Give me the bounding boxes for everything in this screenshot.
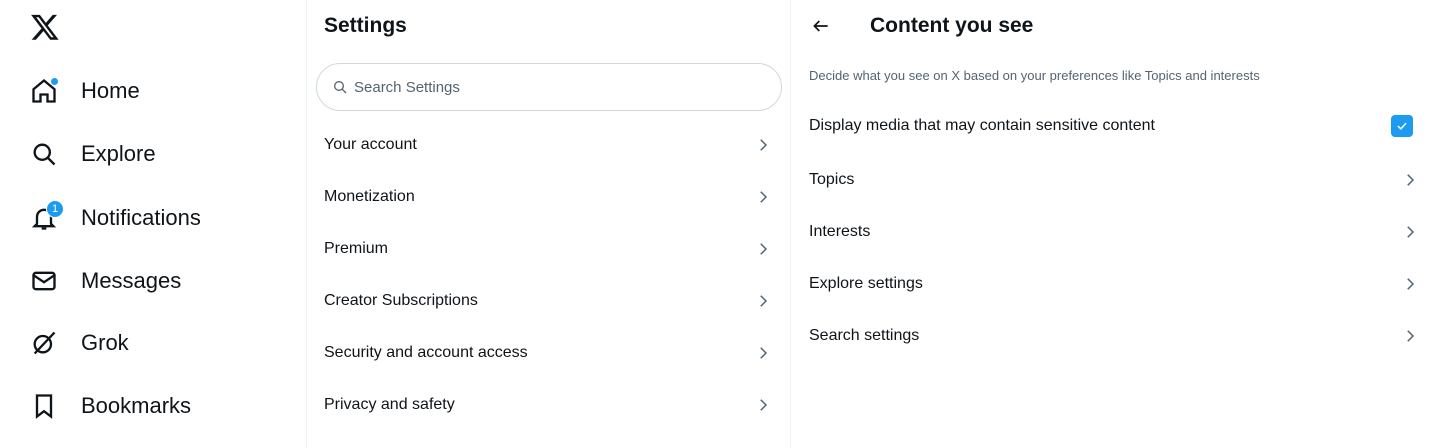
settings-item-label: Monetization xyxy=(324,188,415,205)
sensitive-media-label: Display media that may contain sensitive… xyxy=(809,117,1155,134)
settings-title: Settings xyxy=(324,14,407,37)
content-item-label: Interests xyxy=(809,223,871,240)
bookmark-icon xyxy=(28,390,60,422)
sensitive-media-row[interactable]: Display media that may contain sensitive… xyxy=(791,100,1431,152)
nav-item-label: Bookmarks xyxy=(81,393,192,418)
search-icon xyxy=(334,81,347,94)
sensitive-media-checkbox[interactable] xyxy=(1391,115,1413,137)
settings-item-label: Security and account access xyxy=(324,344,528,361)
content-item-label: Topics xyxy=(809,171,855,188)
chevron-right-icon xyxy=(1401,327,1419,345)
content-panel: Content you see Decide what you see on X… xyxy=(791,0,1456,448)
settings-column: Settings Your account Monetization Premi… xyxy=(307,0,790,448)
x-logo-icon[interactable] xyxy=(30,12,62,44)
search-input[interactable] xyxy=(354,78,754,96)
settings-item-label: Your account xyxy=(324,136,417,153)
nav-item-grok[interactable]: Grok xyxy=(28,320,141,366)
search-box[interactable] xyxy=(316,63,782,111)
chevron-right-icon xyxy=(754,240,772,258)
nav-item-label: Notifications xyxy=(81,205,201,230)
nav-item-home[interactable]: Home xyxy=(28,68,152,114)
nav-item-label: Messages xyxy=(81,268,182,293)
settings-item-label: Premium xyxy=(324,240,389,257)
content-item-search-settings[interactable]: Search settings xyxy=(791,310,1431,362)
checkmark-icon xyxy=(1397,122,1407,130)
nav-item-notifications[interactable]: 1 Notifications xyxy=(28,195,213,241)
settings-item-premium[interactable]: Premium xyxy=(307,223,790,275)
nav-item-messages[interactable]: Messages xyxy=(28,258,193,304)
chevron-right-icon xyxy=(754,396,772,414)
nav-item-explore[interactable]: Explore xyxy=(28,131,168,177)
chevron-right-icon xyxy=(1401,275,1419,293)
content-item-explore-settings[interactable]: Explore settings xyxy=(791,258,1431,310)
grok-icon xyxy=(28,327,60,359)
chevron-right-icon xyxy=(1401,171,1419,189)
primary-nav: Home Explore 1 Notifications Messages Gr… xyxy=(0,0,306,448)
settings-item-creator-subscriptions[interactable]: Creator Subscriptions xyxy=(307,275,790,327)
content-item-label: Search settings xyxy=(809,327,920,344)
settings-item-your-account[interactable]: Your account xyxy=(307,119,790,171)
back-button[interactable] xyxy=(807,12,835,40)
nav-item-bookmarks[interactable]: Bookmarks xyxy=(28,383,203,429)
mail-icon xyxy=(28,265,60,297)
chevron-right-icon xyxy=(1401,223,1419,241)
content-item-topics[interactable]: Topics xyxy=(791,154,1431,206)
settings-item-label: Privacy and safety xyxy=(324,396,455,413)
nav-item-label: Home xyxy=(81,78,140,103)
search-icon xyxy=(28,138,60,170)
content-item-label: Explore settings xyxy=(809,275,923,292)
chevron-right-icon xyxy=(754,136,772,154)
settings-item-privacy[interactable]: Privacy and safety xyxy=(307,379,790,431)
page-title: Content you see xyxy=(870,14,1034,37)
nav-item-label: Grok xyxy=(81,330,129,355)
page-description: Decide what you see on X based on your p… xyxy=(809,68,1260,83)
notification-dot xyxy=(50,77,59,86)
chevron-right-icon xyxy=(754,188,772,206)
chevron-right-icon xyxy=(754,292,772,310)
app-window: Home Explore 1 Notifications Messages Gr… xyxy=(0,0,1456,448)
settings-item-monetization[interactable]: Monetization xyxy=(307,171,790,223)
arrow-left-icon xyxy=(813,20,828,32)
bell-icon: 1 xyxy=(28,200,64,234)
notification-badge: 1 xyxy=(46,200,64,218)
nav-item-label: Explore xyxy=(81,141,156,166)
settings-item-label: Creator Subscriptions xyxy=(324,292,478,309)
content-item-interests[interactable]: Interests xyxy=(791,206,1431,258)
chevron-right-icon xyxy=(754,344,772,362)
home-icon xyxy=(28,75,60,107)
settings-item-security[interactable]: Security and account access xyxy=(307,327,790,379)
